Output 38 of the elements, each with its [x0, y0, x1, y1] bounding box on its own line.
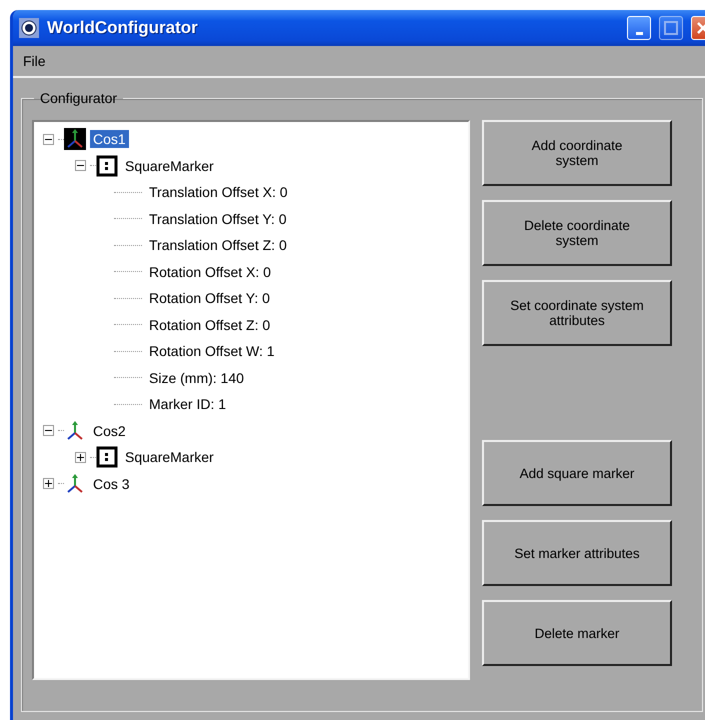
expand-button[interactable] — [75, 452, 86, 463]
action-button[interactable]: Delete coordinate system — [482, 200, 672, 266]
minimize-icon — [636, 32, 642, 34]
tree-item[interactable]: SquareMarker — [122, 156, 217, 175]
tree-item[interactable]: Rotation Offset Z: 0 — [146, 316, 274, 334]
tree-item[interactable]: Rotation Offset W: 1 — [146, 342, 278, 360]
axes-icon — [64, 128, 86, 150]
tree-item[interactable]: Cos2 — [90, 422, 129, 440]
collapse-button[interactable] — [43, 134, 54, 145]
tree-item[interactable]: Rotation Offset Y: 0 — [146, 289, 273, 308]
window-title: WorldConfigurator — [47, 18, 199, 38]
tree-item[interactable]: Rotation Offset X: 0 — [146, 262, 274, 281]
maximize-icon — [664, 21, 678, 35]
action-button[interactable]: Set marker attributes — [482, 520, 672, 586]
plus-icon — [44, 479, 53, 488]
tree-item[interactable]: Translation Offset Z: 0 — [146, 236, 290, 254]
tree-item[interactable]: Translation Offset Y: 0 — [146, 210, 290, 228]
tree-item[interactable]: SquareMarker — [122, 448, 217, 466]
plus-icon — [76, 452, 85, 462]
action-button[interactable]: Set coordinate system attributes — [482, 280, 672, 346]
maximize-button[interactable] — [659, 16, 683, 40]
square-marker-icon — [96, 446, 118, 468]
minimize-button[interactable] — [627, 16, 651, 40]
action-button[interactable]: Add square marker — [482, 440, 672, 506]
square-marker-icon — [96, 154, 118, 177]
group-label: Configurator — [39, 90, 118, 106]
menu-item[interactable]: File — [23, 53, 46, 69]
collapse-button[interactable] — [43, 425, 54, 436]
tree-item[interactable]: Cos1 — [90, 130, 129, 148]
tree-item[interactable]: Cos 3 — [90, 474, 133, 493]
tree-item[interactable]: Translation Offset X: 0 — [146, 183, 291, 202]
action-button[interactable]: Delete marker — [482, 600, 672, 666]
tree-item[interactable]: Size (mm): 140 — [146, 368, 247, 387]
collapse-button[interactable] — [75, 160, 86, 172]
action-button[interactable]: Add coordinate system — [482, 120, 672, 186]
tree-item[interactable]: Marker ID: 1 — [146, 395, 230, 414]
app-icon — [19, 18, 39, 38]
expand-button[interactable] — [43, 478, 54, 490]
